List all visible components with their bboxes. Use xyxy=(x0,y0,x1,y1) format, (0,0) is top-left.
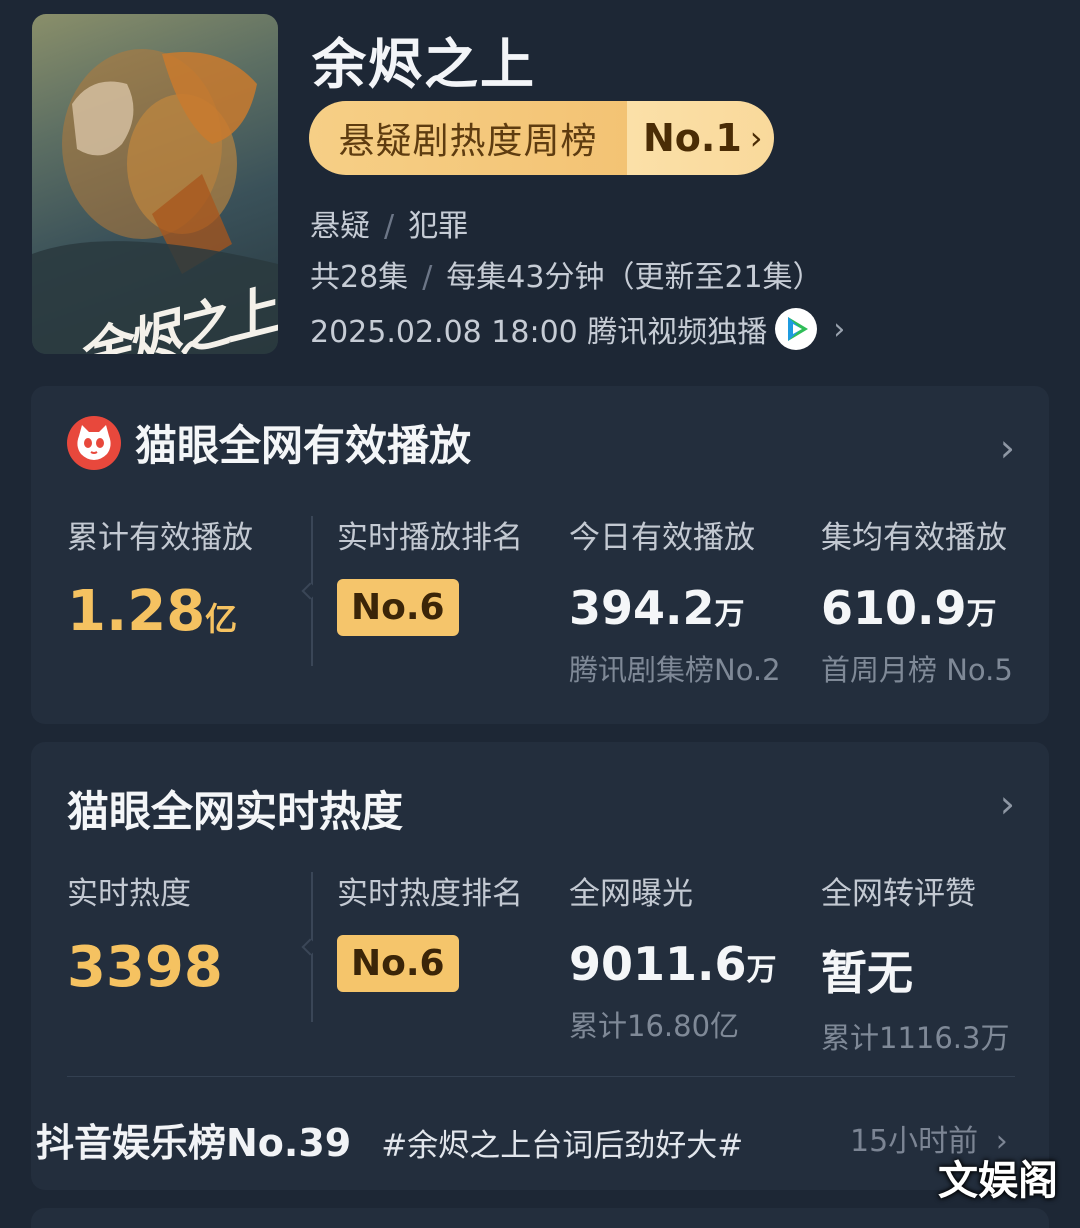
stat-sub: 累计1116.3万 xyxy=(821,1021,1010,1055)
stat-label: 实时热度排名 xyxy=(337,876,523,912)
stat-label: 全网转评赞 xyxy=(821,876,976,912)
stat-label: 实时热度 xyxy=(67,876,191,912)
rank-value: No.1 xyxy=(643,116,742,160)
separator: / xyxy=(384,209,395,244)
stat-realtime-heat: 实时热度 3398 xyxy=(67,868,223,1000)
episode-count: 共28集 xyxy=(310,260,409,295)
card-title: 猫眼全网实时热度 xyxy=(67,787,404,836)
douyin-topic: #余烬之上台词后劲好大# xyxy=(381,1128,744,1164)
stat-label: 累计有效播放 xyxy=(67,520,253,556)
genre-tag: 悬疑 xyxy=(310,209,370,244)
chevron-right-icon: › xyxy=(833,311,846,347)
play-stats-card: 猫眼全网有效播放 › 累计有效播放 1.28亿 实时播放排名 No.6 今日有效… xyxy=(31,386,1049,724)
stat-value: 1.28亿 xyxy=(67,579,238,644)
divider xyxy=(311,516,313,666)
stat-heat-rank: 实时热度排名 No.6 xyxy=(337,868,523,992)
card-header: 猫眼全网有效播放 xyxy=(67,412,471,473)
rank-badge: No.6 xyxy=(337,579,459,636)
douyin-rank: 抖音娱乐榜No.39 xyxy=(36,1121,352,1165)
stat-label: 今日有效播放 xyxy=(569,520,755,556)
chevron-right-icon: › xyxy=(749,119,763,157)
stat-total-play: 累计有效播放 1.28亿 xyxy=(67,512,253,644)
stat-realtime-rank: 实时播放排名 No.6 xyxy=(337,512,523,636)
weekly-rank-pill[interactable]: 悬疑剧热度周榜 No.1 › xyxy=(309,101,774,175)
stat-sub: 腾讯剧集榜No.2 xyxy=(569,653,781,687)
episode-line: 共28集 / 每集43分钟（更新至21集） xyxy=(310,252,823,296)
chevron-right-icon[interactable]: › xyxy=(1000,426,1015,470)
stat-sub: 累计16.80亿 xyxy=(569,1009,740,1043)
card-title: 猫眼全网有效播放 xyxy=(135,421,472,470)
chevron-right-icon[interactable]: › xyxy=(1000,782,1015,826)
divider xyxy=(67,1076,1015,1077)
rank-badge: No.6 xyxy=(337,935,459,992)
stat-label: 实时播放排名 xyxy=(337,520,523,556)
stat-engagement: 全网转评赞 暂无 累计1116.3万 xyxy=(821,868,1009,1057)
tencent-video-icon xyxy=(775,308,818,350)
stat-avg-play: 集均有效播放 610.9万 首周月榜 No.5 xyxy=(821,512,1013,689)
stat-label: 集均有效播放 xyxy=(821,520,1007,556)
stat-value: 3398 xyxy=(67,935,223,1000)
next-card-peek xyxy=(31,1208,1049,1228)
stat-sub: 首周月榜 No.5 xyxy=(821,653,1013,687)
rank-label: 悬疑剧热度周榜 xyxy=(309,101,627,175)
stat-value: 暂无 xyxy=(821,946,913,1000)
stat-value: 9011.6万 xyxy=(569,937,777,991)
separator: / xyxy=(422,260,433,295)
card-header: 猫眼全网实时热度 xyxy=(67,778,403,839)
stat-label: 全网曝光 xyxy=(569,876,693,912)
genre-line: 悬疑 / 犯罪 xyxy=(310,201,468,245)
stat-value: 394.2万 xyxy=(569,581,745,635)
douyin-rank-row[interactable]: 抖音娱乐榜No.39 #余烬之上台词后劲好大# xyxy=(36,1112,743,1167)
show-poster[interactable]: 余烬之上 xyxy=(32,14,278,354)
airtime-line[interactable]: 2025.02.08 18:00 腾讯视频独播 › xyxy=(310,307,845,351)
genre-tag: 犯罪 xyxy=(408,209,469,244)
maoyan-cat-icon xyxy=(67,415,121,470)
stat-today-play: 今日有效播放 394.2万 腾讯剧集榜No.2 xyxy=(569,512,781,689)
episode-info: 每集43分钟（更新至21集） xyxy=(446,260,823,295)
stat-exposure: 全网曝光 9011.6万 累计16.80亿 xyxy=(569,868,777,1045)
watermark: 文娱阁 xyxy=(938,1158,1058,1204)
show-title: 余烬之上 xyxy=(312,33,536,96)
stat-value: 610.9万 xyxy=(821,581,997,635)
divider xyxy=(311,872,313,1022)
airtime-text: 2025.02.08 18:00 腾讯视频独播 xyxy=(310,315,768,350)
